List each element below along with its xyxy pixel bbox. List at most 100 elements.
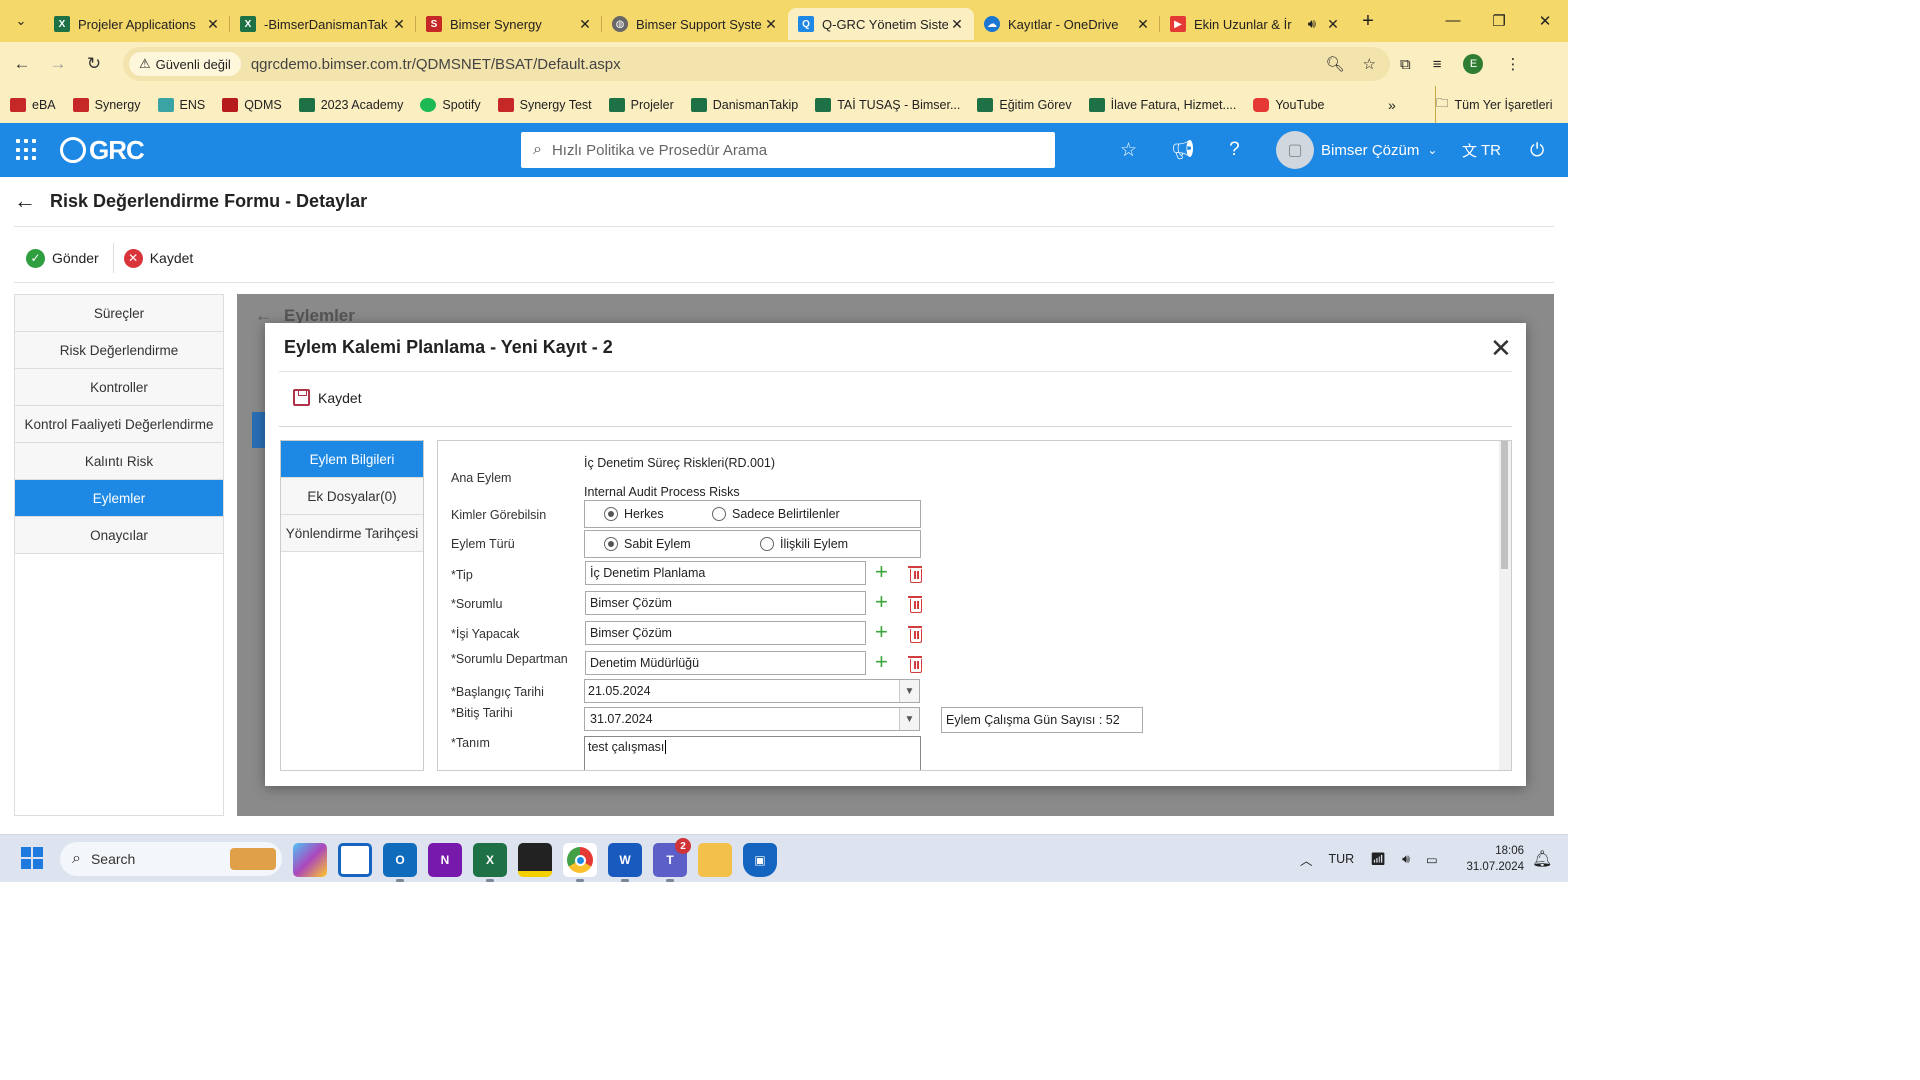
back-arrow-icon[interactable]: ← (14, 188, 36, 214)
bookmark-item[interactable]: Projeler (608, 97, 674, 112)
battery-icon[interactable]: ▭ (1426, 852, 1438, 867)
copilot-icon[interactable] (293, 843, 327, 877)
browser-tab[interactable]: S Bimser Synergy ✕ (416, 8, 602, 40)
bookmark-item[interactable]: 2023 Academy (298, 97, 403, 112)
radio-iliskili-eylem[interactable]: İlişkili Eylem (760, 537, 848, 551)
radio-sadece-belirtilenler[interactable]: Sadece Belirtilenler (712, 507, 840, 521)
chevron-down-icon[interactable]: ▼ (899, 680, 919, 702)
window-close-icon[interactable]: ✕ (1522, 12, 1568, 30)
extensions-icon[interactable]: ⧉ (1400, 56, 1411, 73)
form-scrollbar[interactable] (1499, 441, 1511, 770)
send-button[interactable]: ✓ Gönder (26, 248, 99, 268)
bookmark-item[interactable]: QDMS (222, 97, 282, 112)
maximize-icon[interactable]: ❐ (1476, 12, 1522, 30)
forward-icon[interactable]: → (40, 54, 76, 74)
browser-tab[interactable]: X -BimserDanismanTak ✕ (230, 8, 416, 40)
bookmark-item[interactable]: İlave Fatura, Hizmet.... (1088, 97, 1236, 112)
word-icon[interactable]: W (608, 843, 642, 882)
bookmark-star-icon[interactable]: ☆ (1363, 55, 1376, 73)
widgets-icon[interactable] (338, 843, 372, 877)
scrollbar-thumb[interactable] (1501, 441, 1508, 569)
language-switch[interactable]: 文 TR (1462, 123, 1501, 177)
bookmark-item[interactable]: TAİ TUSAŞ - Bimser... (815, 97, 960, 112)
qgrc-logo[interactable]: GRC (60, 135, 145, 166)
radio-sabit-eylem[interactable]: Sabit Eylem (604, 537, 691, 551)
close-icon[interactable]: ✕ (576, 16, 594, 33)
tab-search-chevron-icon[interactable]: ⌄ (6, 6, 36, 36)
excel-icon[interactable]: X (473, 843, 507, 882)
omnibox[interactable]: ⚠ Güvenli değil qgrcdemo.bimser.com.tr/QD… (123, 47, 1390, 81)
security-chip[interactable]: ⚠ Güvenli değil (129, 52, 241, 76)
start-date-picker[interactable]: 21.05.2024 ▼ (584, 679, 920, 703)
add-plus-icon[interactable]: + (875, 651, 888, 673)
bookmark-item[interactable]: YouTube (1253, 97, 1324, 112)
description-textarea[interactable]: test çalışması (584, 736, 921, 770)
chevron-down-icon[interactable]: ▼ (899, 708, 919, 730)
bookmark-item[interactable]: Eğitim Görev (977, 97, 1072, 112)
close-icon[interactable]: ✕ (948, 16, 966, 33)
volume-icon[interactable]: 🔊︎ (1402, 852, 1410, 867)
chrome-icon[interactable] (563, 843, 597, 882)
nav-item-surecler[interactable]: Süreçler (15, 295, 223, 332)
defender-icon[interactable]: ▣ (743, 843, 777, 877)
assignee-field[interactable]: Bimser Çözüm (585, 621, 866, 645)
bookmark-item[interactable]: Synergy Test (497, 97, 592, 112)
browser-tab[interactable]: ☁ Kayıtlar - OneDrive ✕ (974, 8, 1160, 40)
bookmark-item[interactable]: Spotify (420, 97, 481, 112)
department-field[interactable]: Denetim Müdürlüğü (585, 651, 866, 675)
bookmarks-overflow-icon[interactable]: » (1388, 86, 1396, 123)
nav-item-risk-degerlendirme[interactable]: Risk Değerlendirme (15, 332, 223, 369)
tab-eylem-bilgileri[interactable]: Eylem Bilgileri (281, 441, 423, 478)
nav-item-onaycilar[interactable]: Onaycılar (15, 517, 223, 554)
add-plus-icon[interactable]: + (875, 621, 888, 643)
browser-tab-active[interactable]: Q Q-GRC Yönetim Siste ✕ (788, 8, 974, 40)
nav-item-kontroller[interactable]: Kontroller (15, 369, 223, 406)
bookmark-item[interactable]: ENS (157, 97, 205, 112)
app-launcher-icon[interactable] (16, 139, 38, 161)
help-icon[interactable]: ? (1229, 139, 1240, 161)
delete-trash-icon[interactable] (908, 566, 922, 583)
reload-icon[interactable]: ↻ (76, 54, 112, 74)
media-control-icon[interactable]: ≡ (1433, 56, 1442, 73)
browser-tab[interactable]: ▶ Ekin Uzunlar & İr 🔊︎ ✕ (1160, 8, 1350, 40)
bookmark-item[interactable]: Synergy (72, 97, 141, 112)
minimize-icon[interactable]: — (1430, 12, 1476, 30)
close-icon[interactable]: ✕ (1324, 16, 1342, 33)
zoom-icon[interactable]: 🔍︎ (1326, 55, 1345, 73)
teams-icon[interactable]: T2 (653, 838, 691, 882)
browser-tab[interactable]: ◍ Bimser Support Syste ✕ (602, 8, 788, 40)
profile-avatar[interactable]: E (1463, 54, 1484, 74)
sticky-notes-icon[interactable] (518, 843, 552, 877)
bookmark-item[interactable]: DanismanTakip (690, 97, 798, 112)
save-button[interactable]: ✕ Kaydet (123, 248, 193, 268)
taskbar-clock[interactable]: 18:06 31.07.2024 (1462, 843, 1524, 875)
nav-item-kalinti-risk[interactable]: Kalıntı Risk (15, 443, 223, 480)
notification-bell-icon[interactable]: 🔔︎ (1532, 849, 1552, 869)
all-bookmarks-button[interactable]: 🗀 Tüm Yer İşaretleri (1435, 86, 1552, 123)
delete-trash-icon[interactable] (908, 596, 922, 613)
new-tab-button[interactable]: + (1354, 10, 1382, 33)
favorites-star-icon[interactable]: ☆ (1120, 139, 1137, 162)
browser-tab[interactable]: X Projeler Applications ✕ (44, 8, 230, 40)
end-date-picker[interactable]: 31.07.2024 ▼ (584, 707, 920, 731)
back-icon[interactable]: ← (4, 54, 40, 74)
type-field[interactable]: İç Denetim Planlama (585, 561, 866, 585)
delete-trash-icon[interactable] (908, 626, 922, 643)
close-icon[interactable]: ✕ (390, 16, 408, 33)
tab-ek-dosyalar[interactable]: Ek Dosyalar(0) (281, 478, 423, 515)
announcement-icon[interactable]: 📢︎ (1171, 138, 1195, 162)
file-explorer-icon[interactable] (698, 843, 732, 877)
radio-herkes[interactable]: Herkes (604, 507, 664, 521)
speaker-icon[interactable]: 🔊︎ (1308, 16, 1316, 32)
add-plus-icon[interactable]: + (875, 561, 888, 583)
delete-trash-icon[interactable] (908, 656, 922, 673)
policy-search-input[interactable]: ⌕ Hızlı Politika ve Prosedür Arama (521, 132, 1055, 168)
nav-item-eylemler[interactable]: Eylemler (15, 480, 223, 517)
outlook-icon[interactable]: O (383, 843, 417, 882)
windows-start-icon[interactable] (21, 847, 43, 869)
close-icon[interactable]: ✕ (762, 16, 780, 33)
wifi-icon[interactable]: 📶︎ (1370, 852, 1386, 867)
browser-menu-icon[interactable]: ⋮ (1505, 55, 1520, 73)
tab-yonlendirme-tarihcesi[interactable]: Yönlendirme Tarihçesi (281, 515, 423, 552)
nav-item-kontrol-faaliyeti[interactable]: Kontrol Faaliyeti Değerlendirme (15, 406, 223, 443)
